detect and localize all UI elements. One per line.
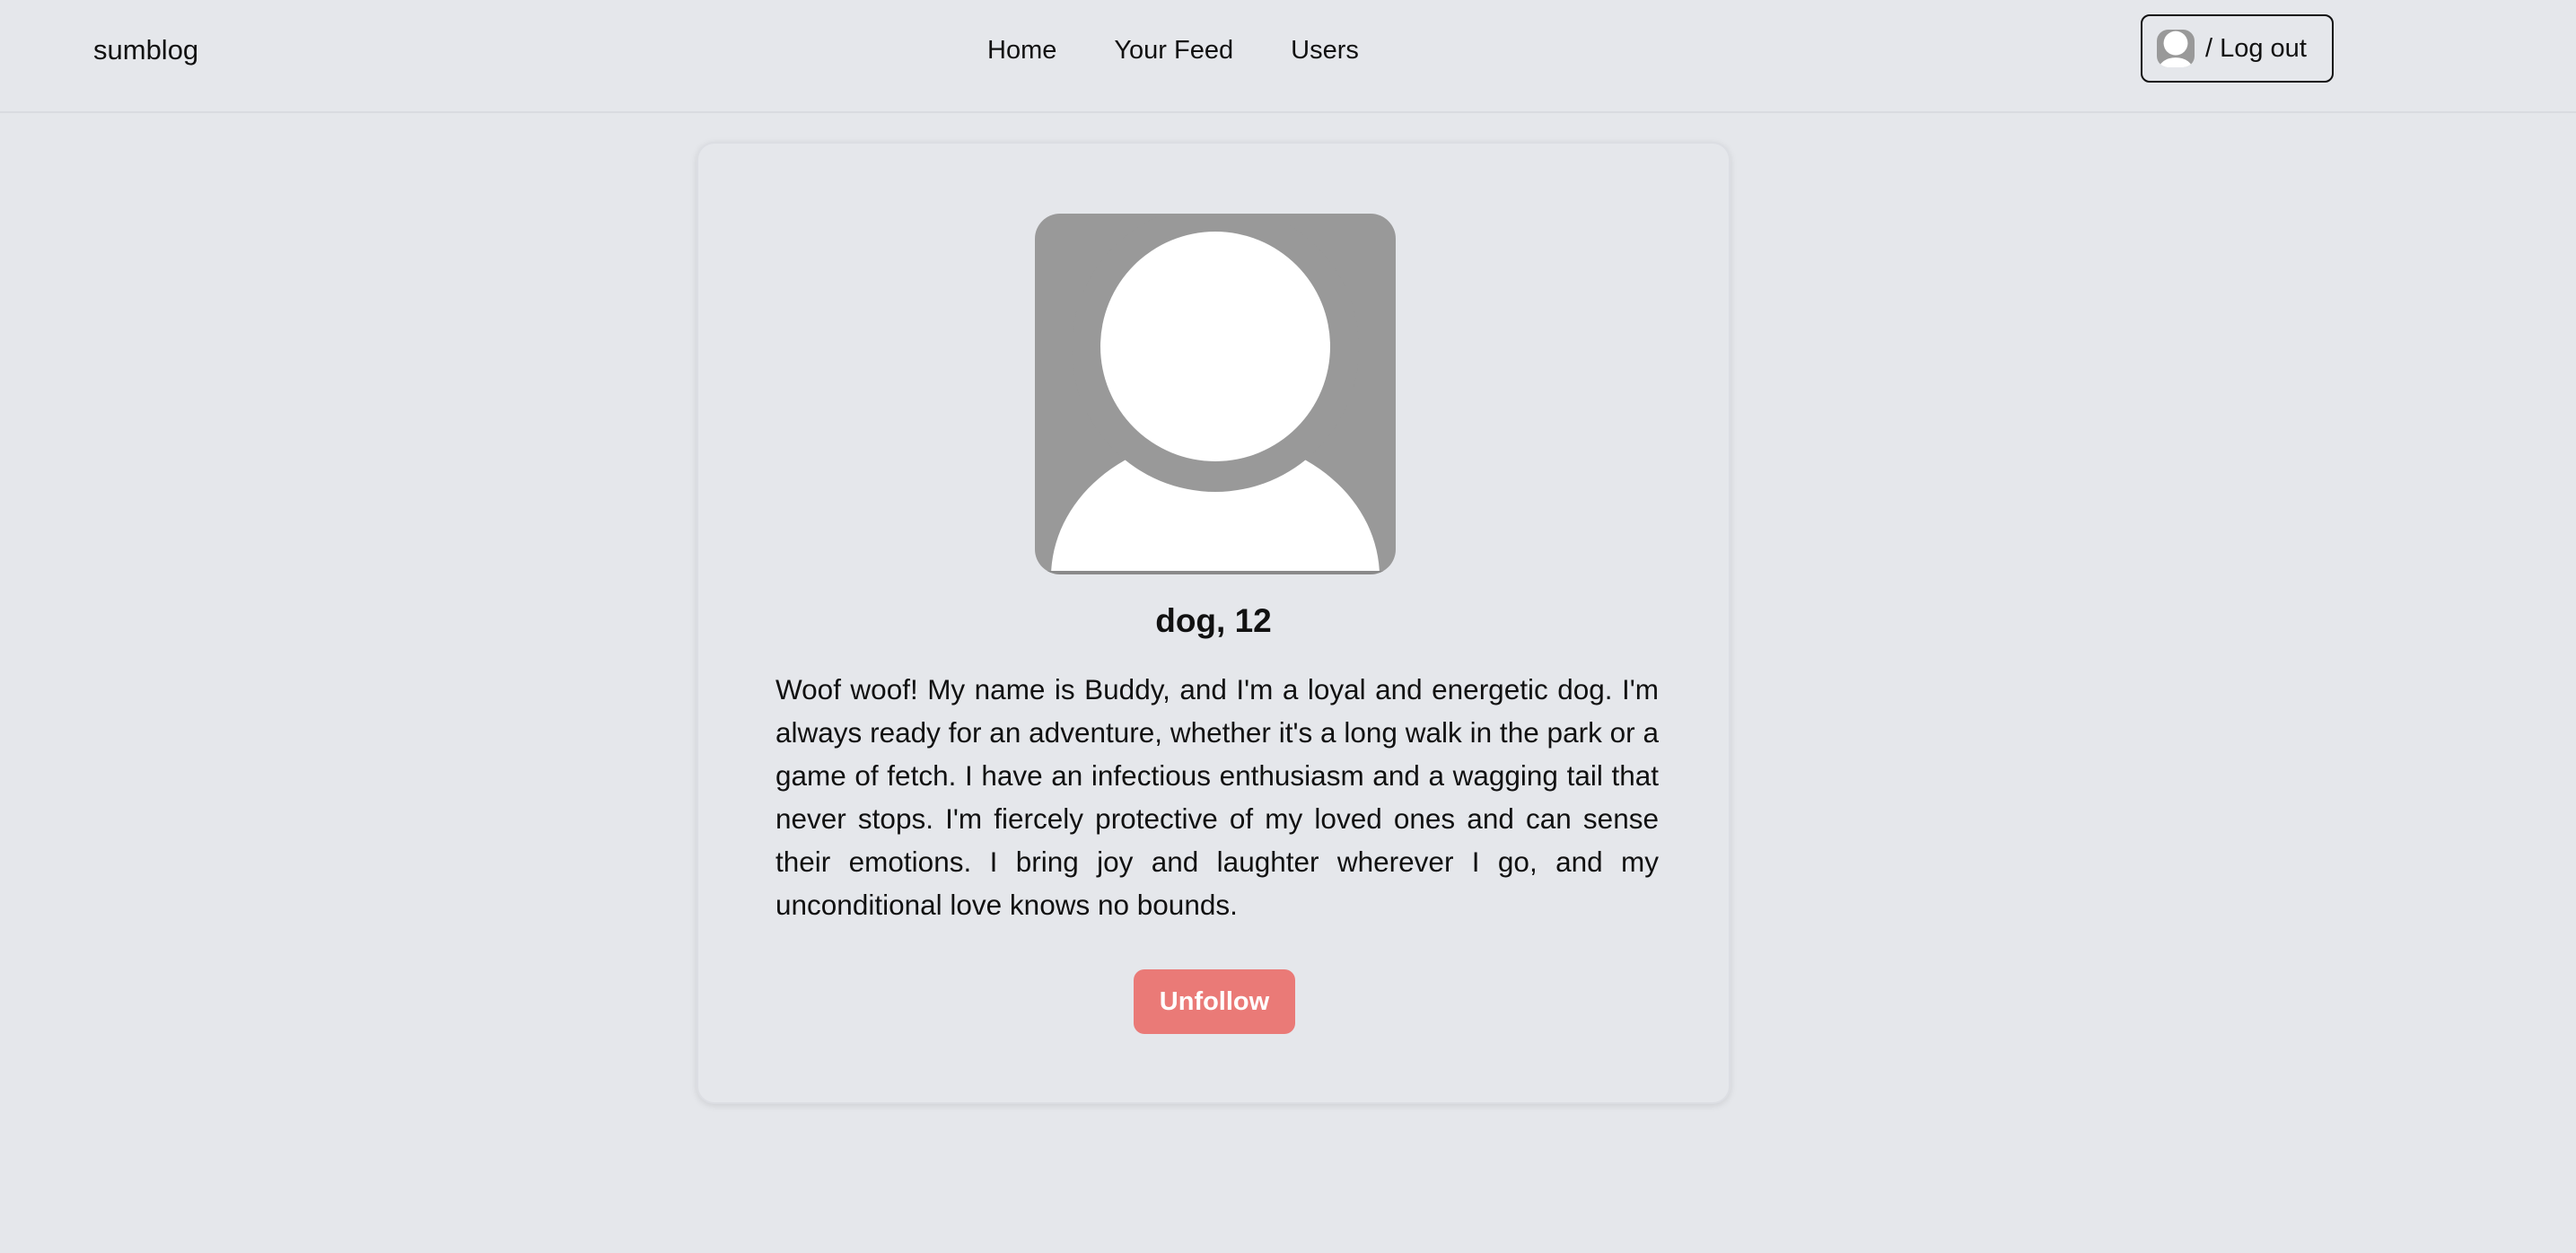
nav-your-feed-link[interactable]: Your Feed bbox=[1114, 32, 1233, 68]
main-nav: Home Your Feed Users bbox=[987, 32, 1359, 68]
logout-button[interactable]: / Log out bbox=[2141, 14, 2334, 83]
profile-card: dog, 12 Woof woof! My name is Buddy, and… bbox=[697, 142, 1730, 1104]
site-brand[interactable]: sumblog bbox=[93, 32, 198, 68]
logout-label: / Log out bbox=[2205, 34, 2307, 63]
nav-users-link[interactable]: Users bbox=[1291, 32, 1359, 68]
profile-bio: Woof woof! My name is Buddy, and I'm a l… bbox=[775, 673, 1659, 921]
profile-avatar-icon bbox=[1035, 214, 1396, 574]
profile-name-age: dog, 12 bbox=[1155, 602, 1272, 639]
unfollow-button[interactable]: Unfollow bbox=[1134, 969, 1295, 1034]
top-navbar: sumblog Home Your Feed Users / Log out bbox=[0, 0, 2576, 113]
user-avatar-icon bbox=[2157, 30, 2195, 67]
nav-home-link[interactable]: Home bbox=[987, 32, 1056, 68]
